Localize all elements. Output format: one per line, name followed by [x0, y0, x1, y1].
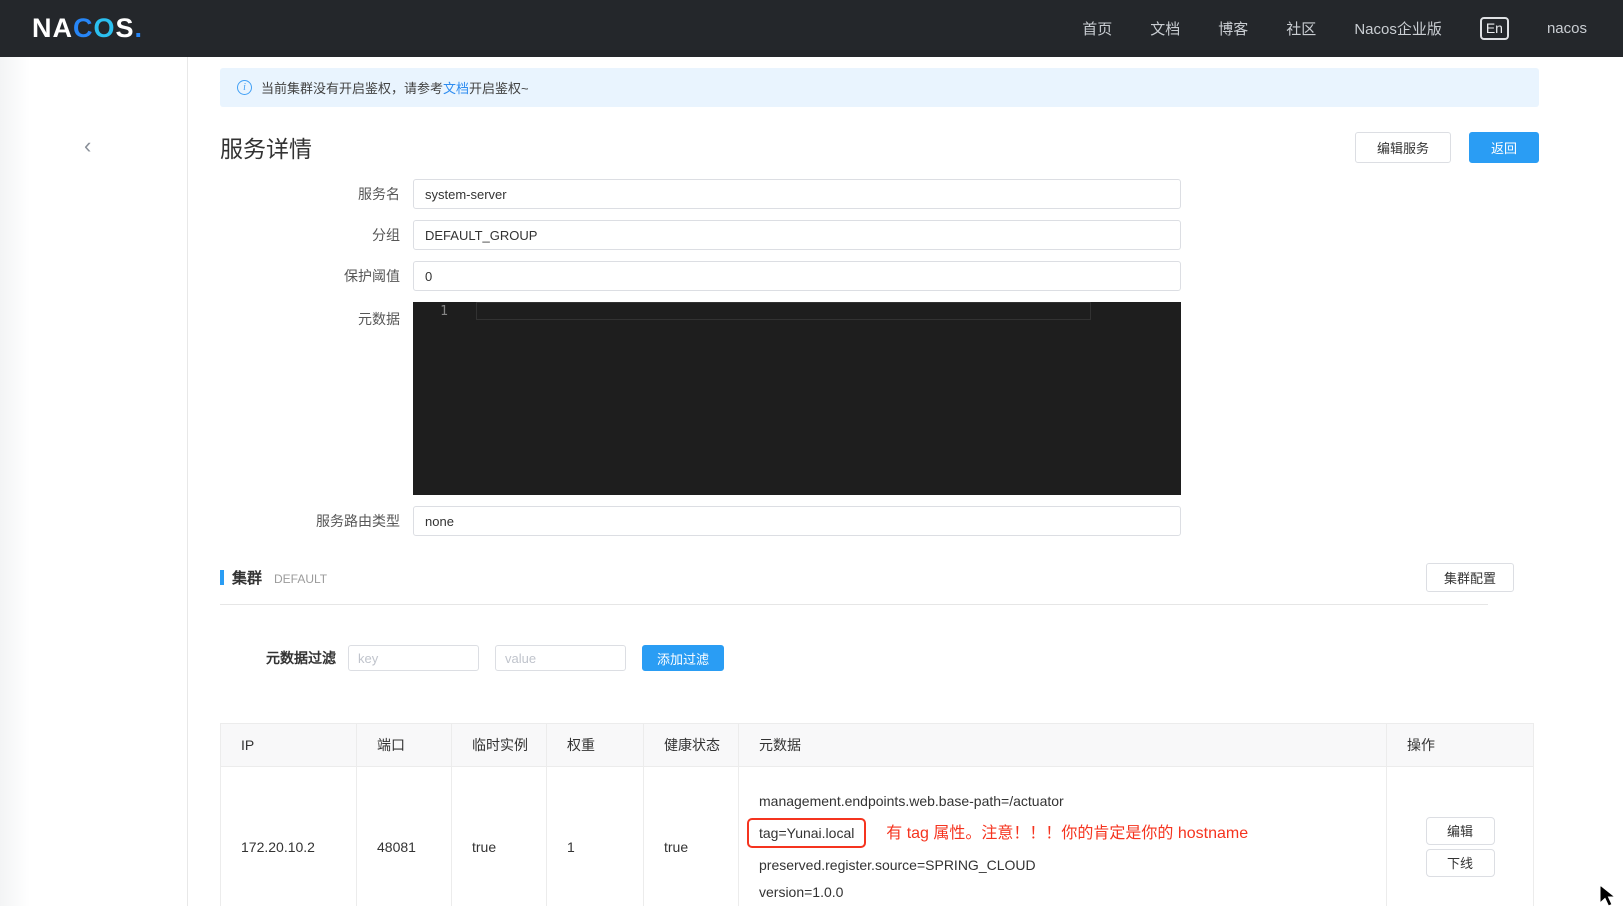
nacos-logo[interactable]: NACOS.: [32, 13, 143, 44]
nav-item-enterprise[interactable]: Nacos企业版: [1354, 18, 1442, 39]
cluster-section-title: 集群: [232, 567, 262, 588]
auth-warning-banner: i 当前集群没有开启鉴权，请参考文档开启鉴权~: [220, 68, 1539, 107]
metadata-label: 元数据: [220, 302, 413, 329]
table-header-row: IP 端口 临时实例 权重 健康状态 元数据 操作: [221, 724, 1534, 767]
left-sidebar: ‹: [0, 57, 188, 906]
logo-text: C: [73, 13, 94, 43]
service-name-label: 服务名: [220, 184, 413, 204]
nav-item-docs[interactable]: 文档: [1150, 18, 1180, 39]
group-input[interactable]: [413, 220, 1181, 250]
table-row: 172.20.10.2 48081 true 1 true management…: [221, 767, 1534, 906]
alert-text: 开启鉴权~: [469, 78, 529, 97]
sidebar-collapse-icon[interactable]: ‹: [84, 135, 91, 157]
alert-text: 当前集群没有开启鉴权，请参考: [261, 78, 443, 97]
logo-text: .: [135, 13, 144, 43]
metadata-filter-label: 元数据过滤: [266, 648, 336, 668]
metadata-code-editor[interactable]: 1: [413, 302, 1181, 495]
cell-ip: 172.20.10.2: [221, 767, 357, 906]
user-menu[interactable]: nacos: [1547, 20, 1587, 37]
logo-text: O: [94, 13, 116, 43]
route-type-label: 服务路由类型: [220, 511, 413, 531]
mouse-cursor: [1598, 884, 1620, 906]
add-filter-button[interactable]: 添加过滤: [642, 645, 724, 671]
page-title: 服务详情: [220, 130, 312, 164]
service-name-input[interactable]: [413, 179, 1181, 209]
cell-metadata: management.endpoints.web.base-path=/actu…: [739, 767, 1387, 906]
red-annotation-text: 有 tag 属性。注意！！！你的肯定是你的 hostname: [886, 825, 1248, 842]
cluster-name: DEFAULT: [274, 572, 327, 586]
editor-current-line: [476, 302, 1091, 320]
col-header-weight: 权重: [547, 724, 644, 767]
nav-item-home[interactable]: 首页: [1082, 18, 1112, 39]
section-accent-bar: [220, 570, 224, 585]
route-type-input[interactable]: [413, 506, 1181, 536]
editor-line-number: 1: [413, 302, 475, 321]
offline-instance-button[interactable]: 下线: [1426, 849, 1495, 877]
cluster-config-button[interactable]: 集群配置: [1426, 563, 1514, 592]
col-header-ip: IP: [221, 724, 357, 767]
cell-healthy: true: [644, 767, 739, 906]
metadata-entry: preserved.register.source=SPRING_CLOUD: [759, 855, 1386, 875]
logo-text: S: [116, 13, 135, 43]
highlighted-metadata-entry: tag=Yunai.local: [747, 818, 866, 848]
edit-instance-button[interactable]: 编辑: [1426, 817, 1495, 845]
col-header-actions: 操作: [1387, 724, 1534, 767]
filter-value-input[interactable]: [495, 645, 626, 671]
section-divider: [220, 604, 1488, 605]
protect-threshold-input[interactable]: [413, 261, 1181, 291]
edit-service-button[interactable]: 编辑服务: [1355, 132, 1451, 163]
col-header-ephemeral: 临时实例: [452, 724, 547, 767]
metadata-entry: version=1.0.0: [759, 882, 1386, 902]
col-header-healthy: 健康状态: [644, 724, 739, 767]
metadata-entry: management.endpoints.web.base-path=/actu…: [759, 791, 1386, 811]
protect-threshold-label: 保护阈值: [220, 266, 413, 286]
back-button[interactable]: 返回: [1469, 132, 1539, 163]
info-icon: i: [237, 80, 252, 95]
docs-link[interactable]: 文档: [443, 78, 469, 97]
cell-ephemeral: true: [452, 767, 547, 906]
group-label: 分组: [220, 225, 413, 245]
filter-key-input[interactable]: [348, 645, 479, 671]
cell-actions: 编辑 下线: [1387, 767, 1534, 906]
instance-table: IP 端口 临时实例 权重 健康状态 元数据 操作 172.20.10.2 48…: [220, 723, 1534, 906]
logo-text: NA: [32, 13, 73, 43]
cell-weight: 1: [547, 767, 644, 906]
cell-port: 48081: [357, 767, 452, 906]
col-header-port: 端口: [357, 724, 452, 767]
nav-item-community[interactable]: 社区: [1286, 18, 1316, 39]
top-navbar: NACOS. 首页 文档 博客 社区 Nacos企业版 En nacos: [0, 0, 1623, 57]
nav-item-blog[interactable]: 博客: [1218, 18, 1248, 39]
col-header-metadata: 元数据: [739, 724, 1387, 767]
language-toggle[interactable]: En: [1480, 17, 1509, 40]
